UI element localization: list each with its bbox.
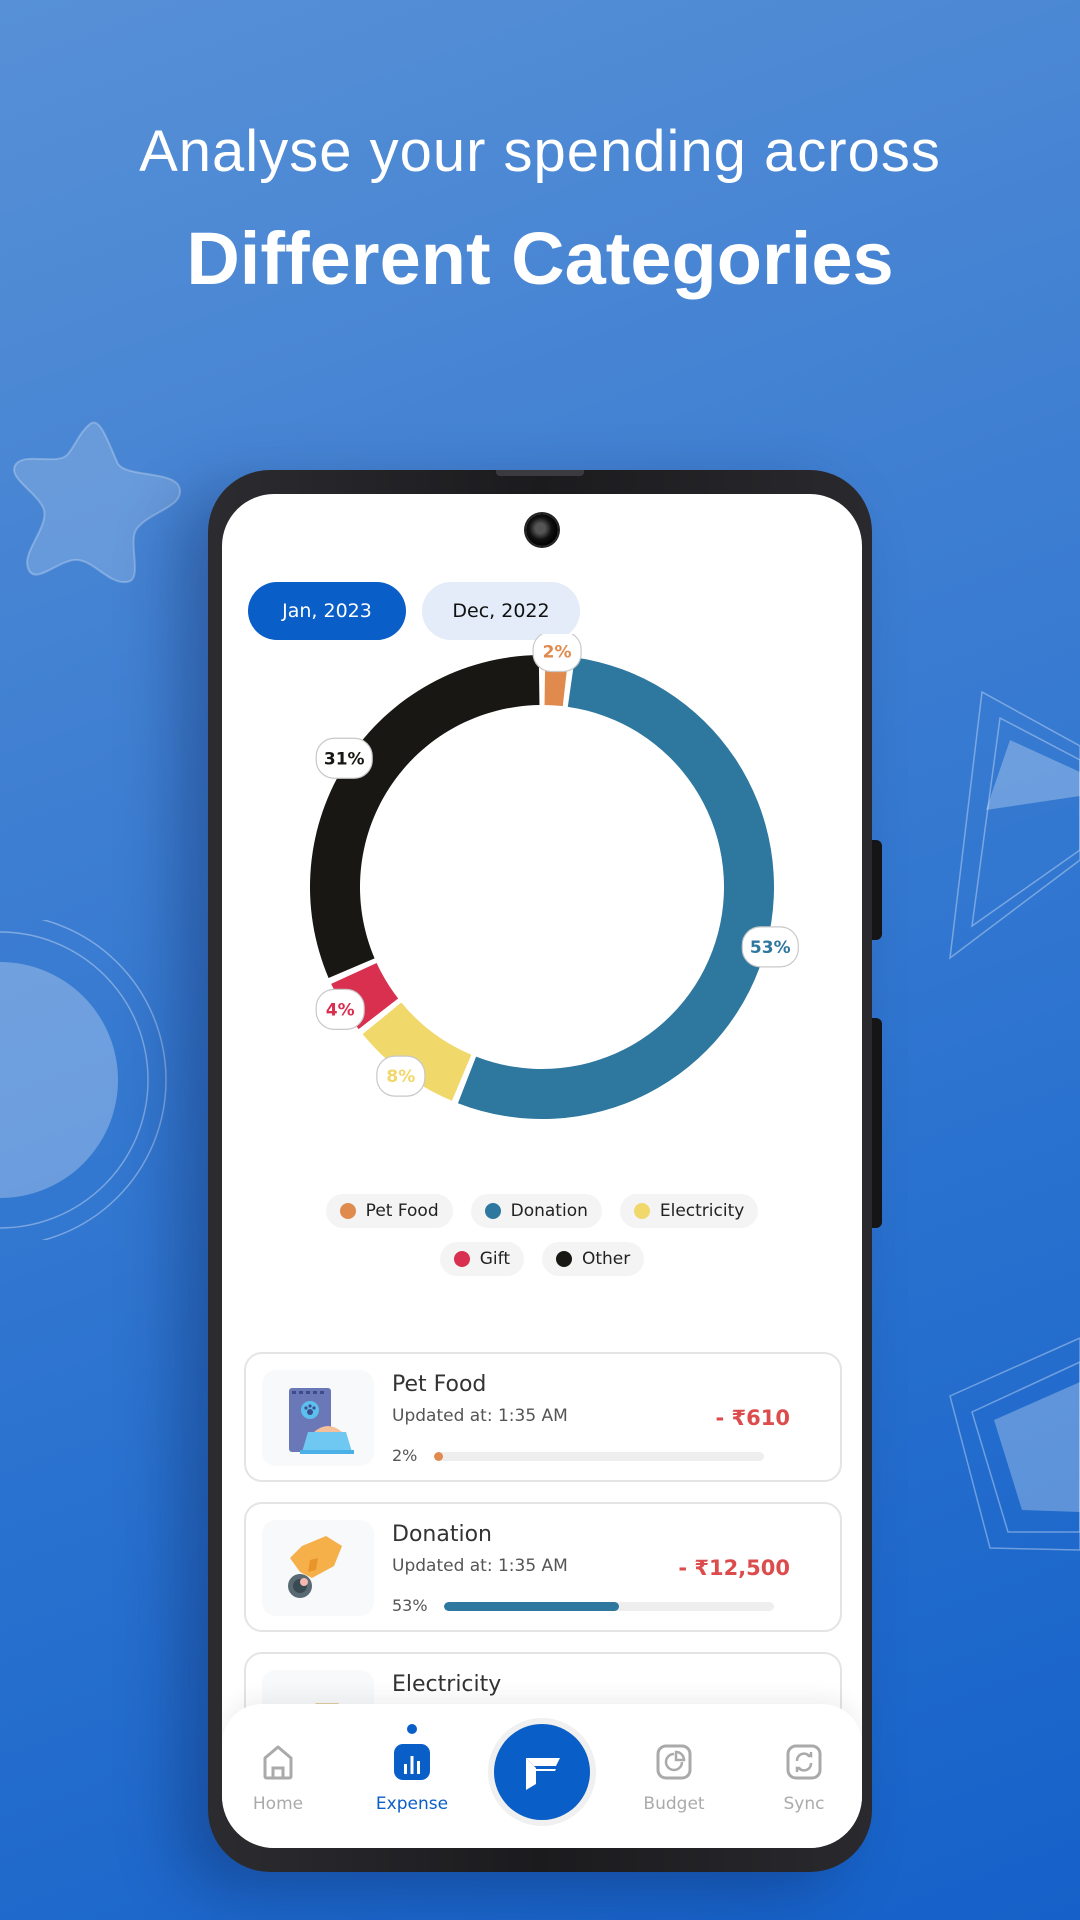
slice-label-text: 2%	[543, 642, 572, 662]
triangle-decoration-icon	[949, 690, 1080, 960]
expense-progress-bar	[444, 1602, 774, 1611]
expense-progress-fill	[444, 1602, 619, 1611]
bottom-navigation: Home Expense Budget Sync	[222, 1704, 862, 1848]
expense-title: Electricity	[392, 1672, 502, 1697]
legend-item-donation[interactable]: Donation	[470, 1194, 602, 1228]
legend-dot	[555, 1251, 572, 1267]
pentagon-decoration-icon	[949, 1337, 1080, 1551]
home-icon	[263, 1745, 293, 1780]
phone-top-notch	[496, 470, 584, 476]
donut-slice-other[interactable]	[309, 655, 540, 978]
slice-label-text: 53%	[750, 938, 791, 958]
legend-item-pet-food[interactable]: Pet Food	[325, 1194, 453, 1228]
slice-label-text: 8%	[386, 1067, 415, 1087]
legend-item-gift[interactable]: Gift	[439, 1242, 524, 1276]
legend-item-other[interactable]: Other	[541, 1242, 645, 1276]
month-tab-previous[interactable]: Dec, 2022	[422, 582, 580, 640]
app-screen: Jan, 2023 Dec, 2022 2% 53% 8% 4% 31% Pet Foo…	[222, 494, 862, 1848]
nav-item-home[interactable]: Home	[228, 1742, 328, 1814]
slice-label-pet-food: 2%	[532, 634, 582, 673]
donation-icon	[262, 1520, 374, 1616]
pet-food-icon	[262, 1370, 374, 1466]
expense-title: Pet Food	[392, 1372, 487, 1397]
expense-percent-label: 2%	[392, 1446, 418, 1465]
legend-item-electricity[interactable]: Electricity	[619, 1194, 759, 1228]
phone-side-button	[872, 1018, 882, 1228]
legend-dot	[453, 1251, 470, 1267]
expense-progress-fill	[434, 1452, 443, 1461]
nav-item-expense[interactable]: Expense	[362, 1742, 462, 1814]
expense-updated-time: Updated at: 1:35 AM	[392, 1556, 568, 1576]
star-decoration-icon	[13, 421, 182, 584]
nav-item-sync[interactable]: Sync	[754, 1742, 854, 1814]
legend-dot	[484, 1203, 501, 1219]
slice-label-donation: 53%	[741, 926, 799, 968]
legend-label: Donation	[510, 1201, 588, 1221]
legend-dot	[633, 1203, 650, 1219]
expense-percent-label: 53%	[392, 1596, 428, 1615]
nav-label: Budget	[643, 1794, 705, 1814]
expense-progress-bar	[434, 1452, 764, 1461]
headline-line-1: Analyse your spending across	[139, 119, 941, 184]
bar-chart-icon	[394, 1744, 430, 1780]
donut-slice-donation[interactable]	[457, 657, 774, 1119]
legend-label: Pet Food	[365, 1201, 439, 1221]
donut-chart: 2% 53% 8% 4% 31%	[309, 634, 799, 1119]
legend-label: Electricity	[659, 1201, 745, 1221]
phone-frame: Jan, 2023 Dec, 2022 2% 53% 8% 4% 31% Pet Foo…	[208, 470, 882, 1872]
legend-label: Gift	[479, 1249, 510, 1269]
expense-card-donation[interactable]: Donation Updated at: 1:35 AM - ₹12,500 5…	[244, 1502, 842, 1632]
slice-label-text: 31%	[324, 749, 365, 769]
nav-label: Home	[252, 1794, 304, 1814]
expense-title: Donation	[392, 1522, 492, 1547]
front-camera	[526, 514, 558, 546]
nav-label: Sync	[783, 1794, 825, 1814]
nav-item-budget[interactable]: Budget	[624, 1742, 724, 1814]
pie-chart-icon	[656, 1744, 692, 1780]
sync-icon	[786, 1744, 822, 1780]
legend-dot	[339, 1203, 356, 1219]
headline-line-2: Different Categories	[186, 217, 894, 300]
slice-label-other: 31%	[315, 737, 373, 779]
slice-label-gift: 4%	[315, 988, 365, 1030]
expense-updated-time: Updated at: 1:35 AM	[392, 1406, 568, 1426]
circle-decoration-icon	[0, 920, 167, 1240]
slice-label-text: 4%	[326, 1000, 355, 1020]
expense-card-pet-food[interactable]: Pet Food Updated at: 1:35 AM - ₹610 2%	[244, 1352, 842, 1482]
slice-label-electricity: 8%	[376, 1055, 426, 1097]
chart-legend-row-1: Pet Food Donation Electricity	[222, 1194, 862, 1228]
expense-amount: - ₹610	[715, 1406, 790, 1430]
expense-amount: - ₹12,500	[678, 1556, 790, 1580]
active-indicator-dot	[407, 1724, 417, 1734]
month-tab-current[interactable]: Jan, 2023	[248, 582, 406, 640]
app-logo-icon	[526, 1758, 560, 1790]
phone-side-button	[872, 840, 882, 940]
add-expense-fab[interactable]	[494, 1724, 590, 1820]
chart-legend-row-2: Gift Other	[222, 1242, 862, 1276]
legend-label: Other	[581, 1249, 631, 1269]
nav-label: Expense	[375, 1794, 449, 1814]
